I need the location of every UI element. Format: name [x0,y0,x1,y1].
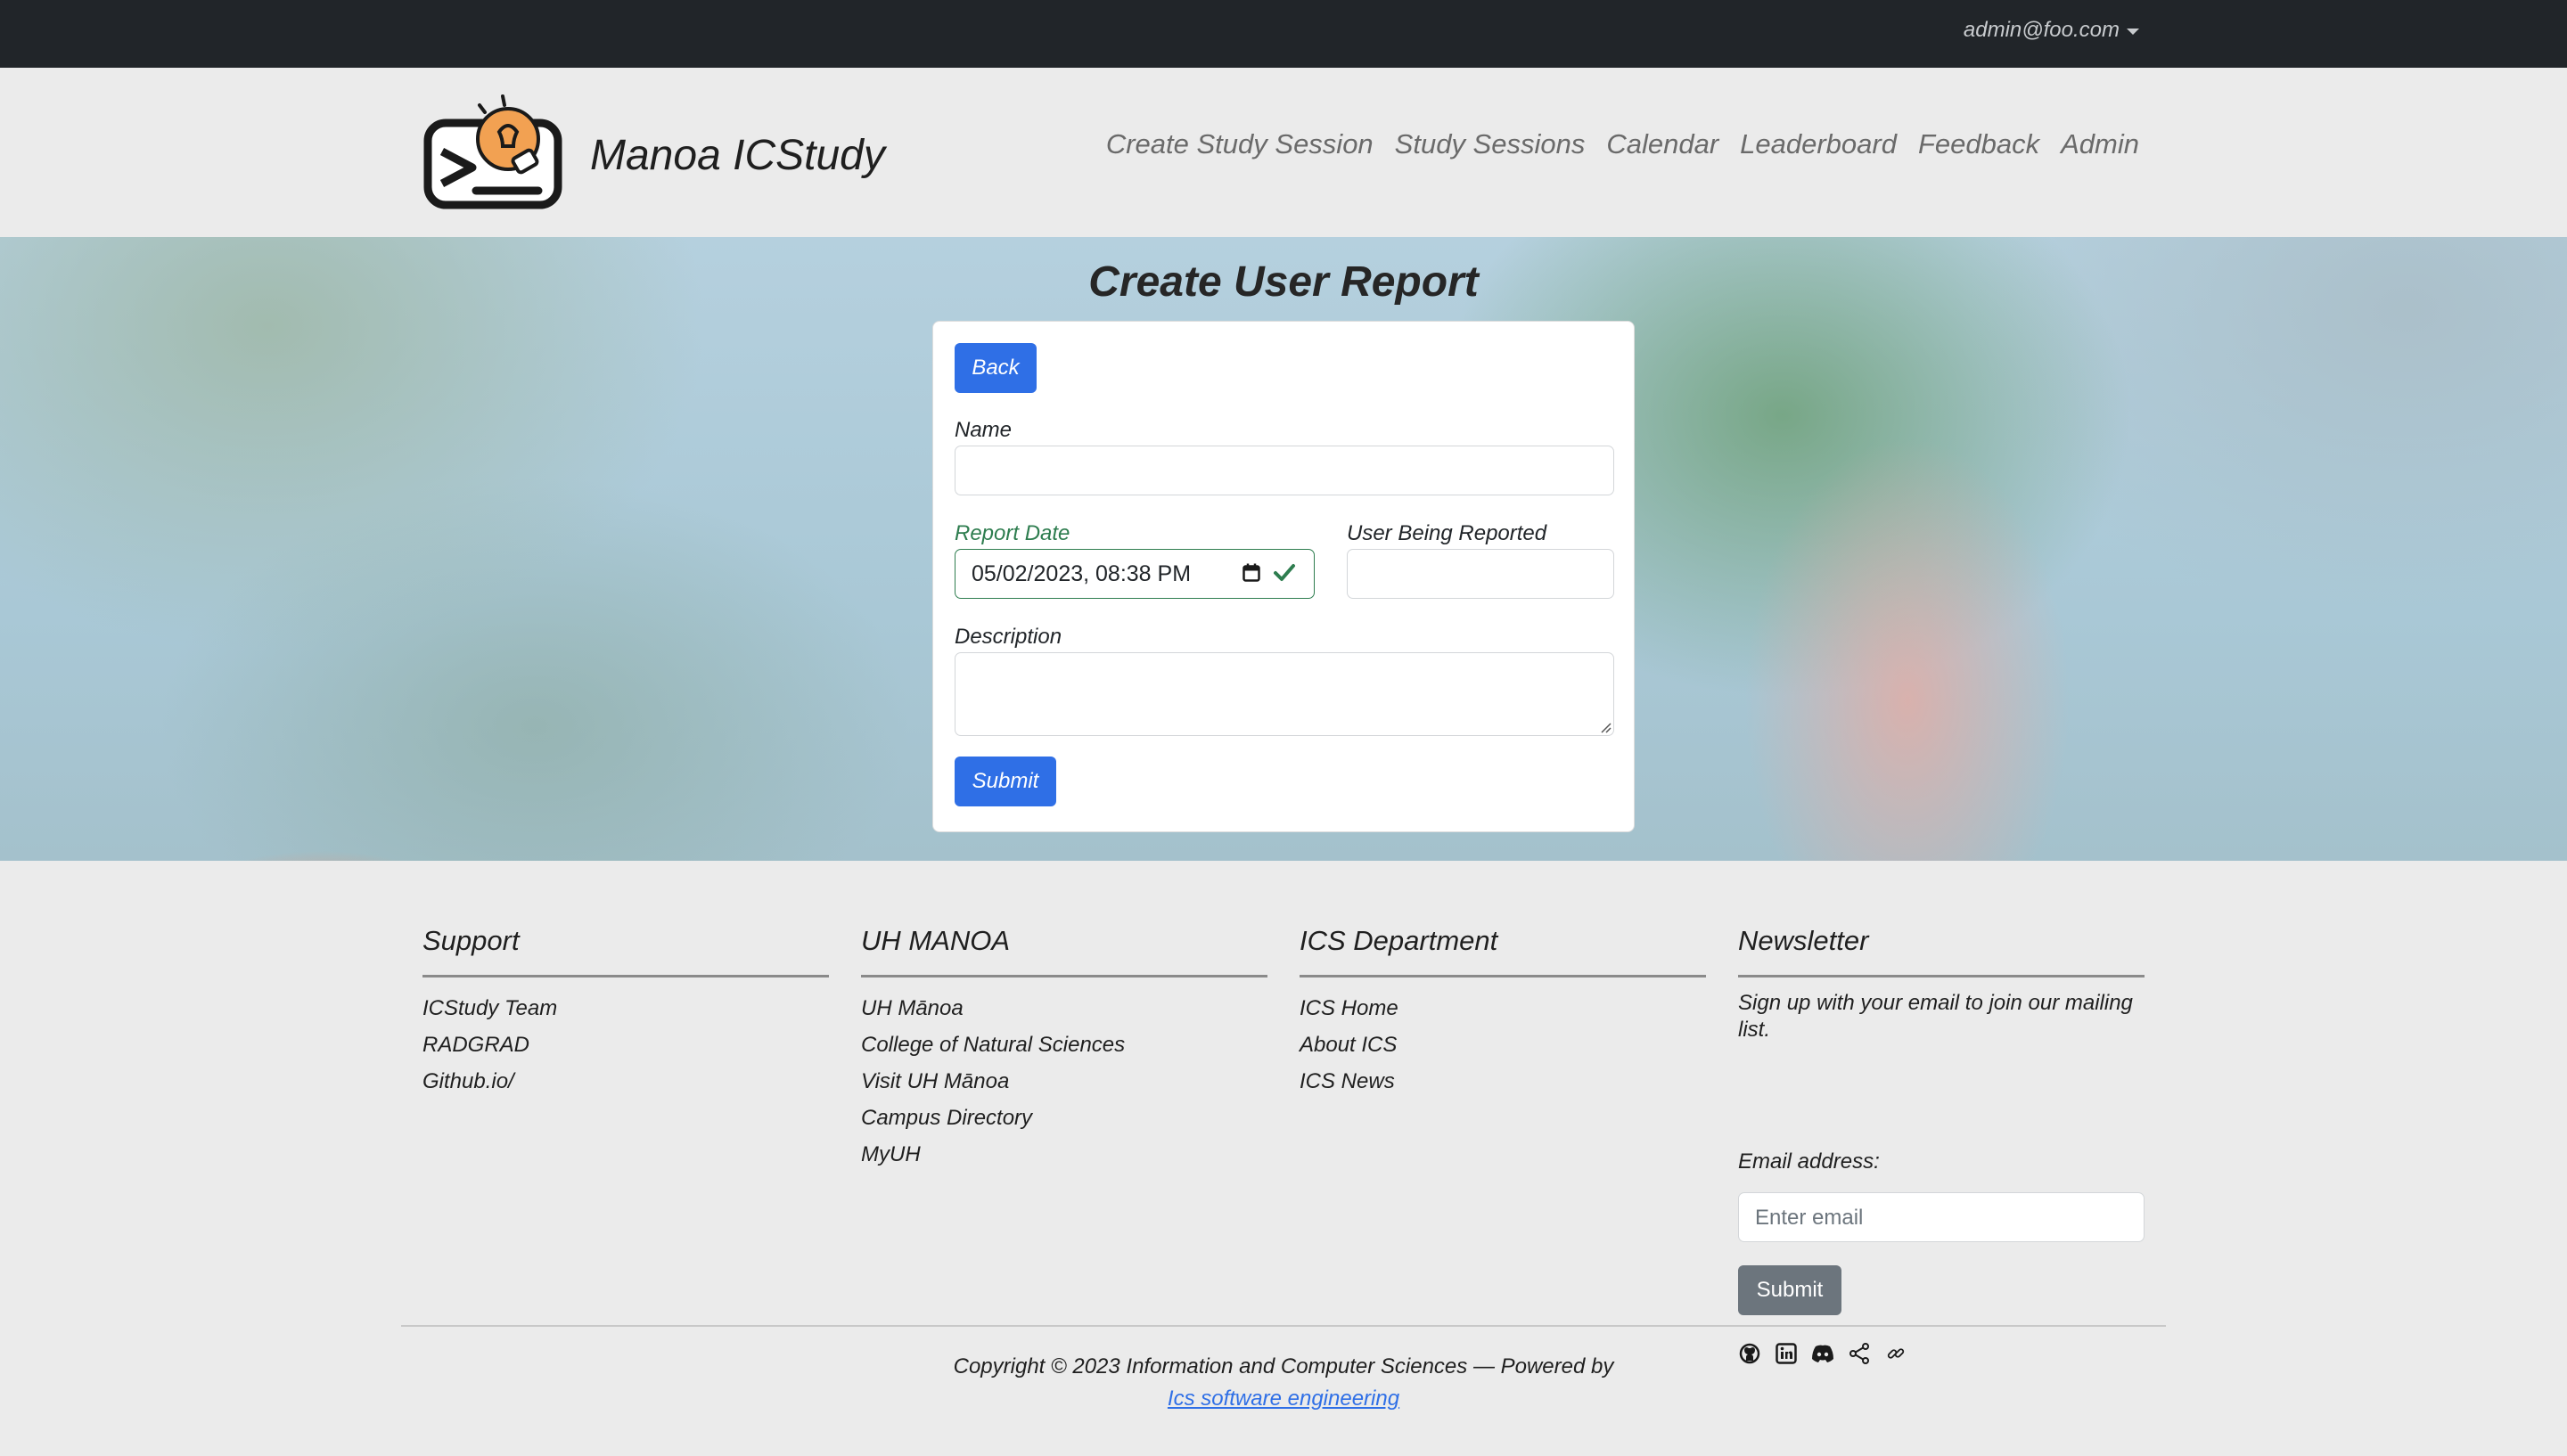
brand-title: Manoa ICStudy [590,131,885,179]
footer-newsletter-column: Newsletter Sign up with your email to jo… [1738,925,2145,1388]
report-date-input[interactable]: 05/02/2023, 08:38 PM [955,549,1315,599]
footer-uh-column: UH MANOA UH Mānoa College of Natural Sci… [861,925,1267,1173]
user-menu-dropdown[interactable]: admin@foo.com [1964,18,2139,43]
nav-study-sessions[interactable]: Study Sessions [1395,128,1586,160]
calendar-icon[interactable] [1242,563,1260,583]
nav-calendar[interactable]: Calendar [1606,128,1718,160]
resize-handle-icon[interactable] [1599,721,1612,733]
footer-link-campus-directory[interactable]: Campus Directory [861,1100,1267,1136]
nav-feedback[interactable]: Feedback [1918,128,2039,160]
footer-link-radgrad[interactable]: RADGRAD [422,1027,829,1063]
name-input[interactable] [955,446,1614,495]
brand-link[interactable]: Manoa ICStudy [422,93,885,210]
hero-background: Create User Report Back Name Report Date… [0,237,2567,861]
footer-link-about-ics[interactable]: About ICS [1300,1027,1706,1063]
footer-divider [401,1325,2166,1327]
footer-link-uh-manoa[interactable]: UH Mānoa [861,990,1267,1027]
footer-link-github[interactable]: Github.io/ [422,1063,829,1100]
main-header: Manoa ICStudy Create Study Session Study… [0,68,2567,237]
valid-check-icon [1274,564,1295,581]
footer-link-myuh[interactable]: MyUH [861,1136,1267,1173]
copyright: Copyright © 2023 Information and Compute… [0,1351,2567,1415]
back-button[interactable]: Back [955,343,1037,393]
user-email: admin@foo.com [1963,18,2120,42]
report-date-value: 05/02/2023, 08:38 PM [972,561,1192,586]
report-form-card: Back Name Report Date 05/02/2023, 08:38 … [932,321,1635,832]
footer-link-ics-home[interactable]: ICS Home [1300,990,1706,1027]
app-logo [423,94,562,209]
newsletter-text: Sign up with your email to join our mail… [1738,991,2133,1042]
powered-by-link[interactable]: Ics software engineering [1168,1386,1399,1411]
newsletter-heading: Newsletter [1738,925,2145,977]
caret-down-icon [2127,28,2139,35]
page-footer: Support ICStudy Team RADGRAD Github.io/ … [0,861,2567,1456]
top-navbar: admin@foo.com [0,0,2567,68]
newsletter-email-input[interactable]: Enter email [1738,1192,2145,1242]
user-reported-label: User Being Reported [1347,521,1547,545]
support-heading: Support [422,925,829,977]
footer-link-natural-sciences[interactable]: College of Natural Sciences [861,1027,1267,1063]
nav-admin[interactable]: Admin [2061,128,2139,160]
email-placeholder: Enter email [1755,1206,1864,1230]
report-date-label: Report Date [955,521,1070,545]
footer-ics-column: ICS Department ICS Home About ICS ICS Ne… [1300,925,1706,1100]
description-label: Description [955,625,1062,649]
newsletter-submit-button[interactable]: Submit [1738,1265,1841,1315]
copyright-text: Copyright © 2023 Information and Compute… [953,1354,1614,1378]
footer-link-ics-news[interactable]: ICS News [1300,1063,1706,1100]
main-nav: Create Study Session Study Sessions Cale… [1106,128,2139,160]
uh-heading: UH MANOA [861,925,1267,977]
user-reported-input[interactable] [1347,549,1614,599]
description-textarea[interactable] [955,652,1614,736]
name-label: Name [955,418,1013,442]
nav-create-study-session[interactable]: Create Study Session [1106,128,1374,160]
footer-support-column: Support ICStudy Team RADGRAD Github.io/ [422,925,829,1100]
ics-heading: ICS Department [1300,925,1706,977]
email-label: Email address: [1738,1149,1880,1174]
submit-report-button[interactable]: Submit [955,757,1056,806]
footer-link-visit-uh[interactable]: Visit UH Mānoa [861,1063,1267,1100]
page-title: Create User Report [1088,258,1479,306]
footer-link-icstudy-team[interactable]: ICStudy Team [422,990,829,1027]
nav-leaderboard[interactable]: Leaderboard [1740,128,1897,160]
